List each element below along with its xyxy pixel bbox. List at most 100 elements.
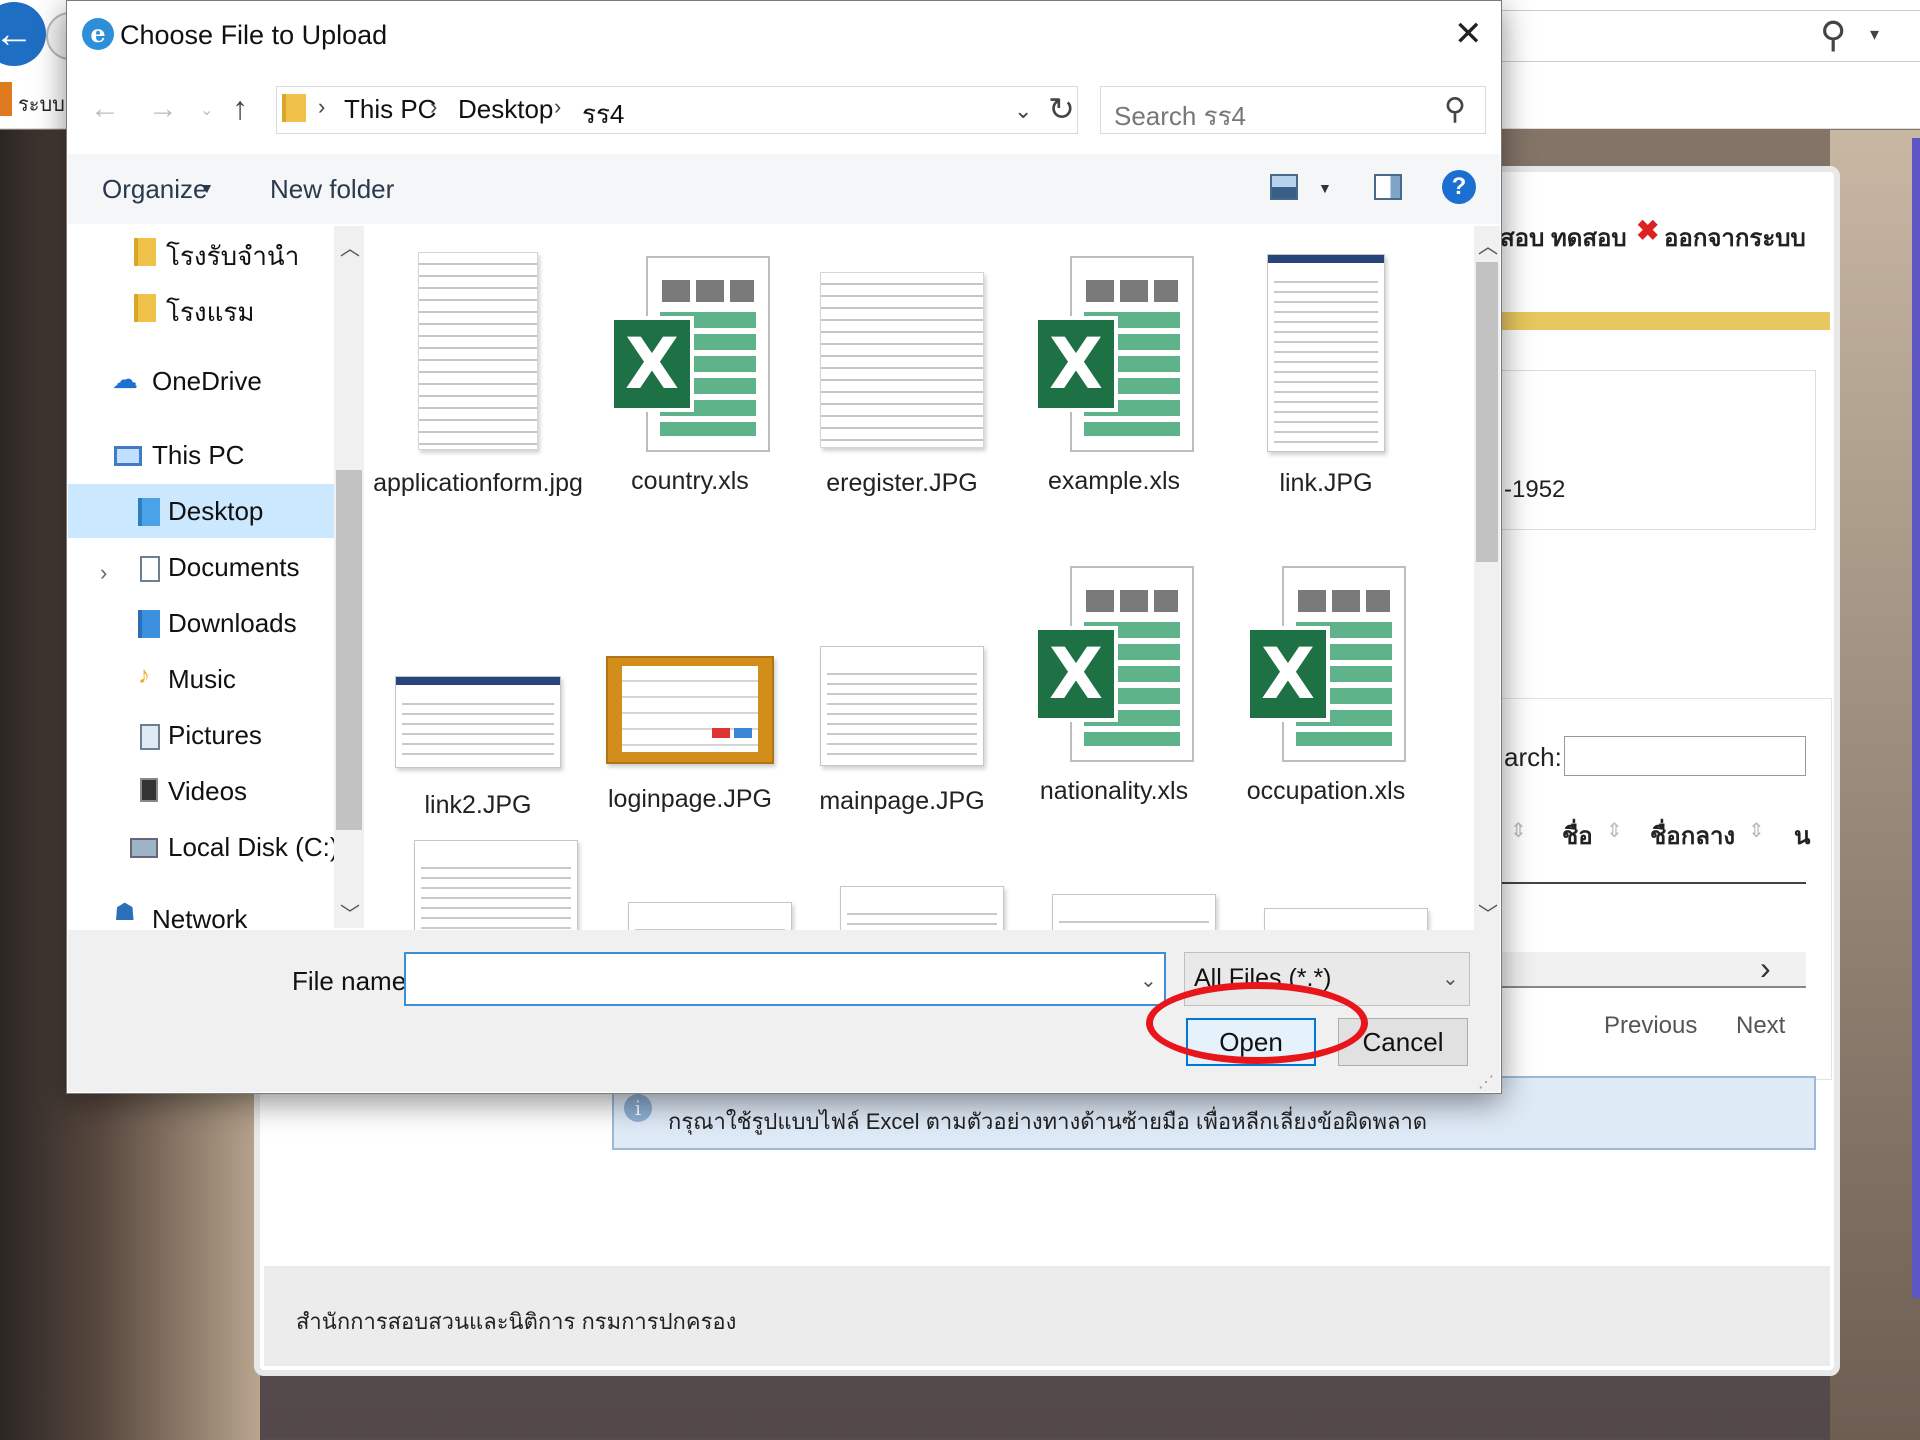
back-arrow-icon[interactable]: ← xyxy=(90,92,120,126)
image-thumbnail[interactable] xyxy=(840,886,1004,930)
nav-item-pawnshop[interactable]: โรงรับจำนำ xyxy=(166,236,299,277)
image-thumbnail xyxy=(606,656,774,764)
column-header-last-name[interactable]: น xyxy=(1794,816,1810,855)
image-thumbnail[interactable] xyxy=(1052,894,1216,930)
help-icon[interactable]: ? xyxy=(1442,170,1476,204)
organize-dropdown-icon[interactable]: ▼ xyxy=(200,180,214,196)
file-item[interactable]: mainpage.JPG xyxy=(796,646,1008,820)
nav-item-pictures[interactable]: Pictures xyxy=(168,720,262,751)
forward-arrow-icon[interactable]: → xyxy=(148,92,178,126)
info-icon: i xyxy=(624,1094,652,1122)
file-name-label: File name: xyxy=(292,966,414,996)
image-thumbnail[interactable] xyxy=(414,840,578,930)
view-options-dropdown-icon[interactable]: ▼ xyxy=(1318,180,1332,196)
table-header-divider xyxy=(1500,882,1806,884)
new-folder-button[interactable]: New folder xyxy=(270,174,394,205)
folder-icon xyxy=(134,238,156,266)
excel-file-icon: X xyxy=(1246,566,1406,766)
table-search-input[interactable] xyxy=(1564,736,1806,776)
breadcrumb-current-folder[interactable]: รร4 xyxy=(582,94,624,135)
browser-tab-label[interactable]: ระบบ xyxy=(18,88,65,120)
downloads-icon xyxy=(138,610,160,638)
chevron-right-icon[interactable]: › xyxy=(430,94,437,120)
previous-page-button[interactable]: Previous xyxy=(1604,1012,1697,1040)
onedrive-cloud-icon: ☁ xyxy=(112,364,138,394)
background-photo-right xyxy=(1830,130,1920,1440)
highlight-annotation-ring xyxy=(1146,982,1368,1064)
table-search-label: arch: xyxy=(1504,742,1562,772)
file-list-scroll-thumb[interactable] xyxy=(1476,262,1498,562)
footer-text: สำนักการสอบสวนและนิติการ กรมการปกครอง xyxy=(296,1309,737,1334)
dialog-title: Choose File to Upload xyxy=(120,20,388,50)
nav-pane-scroll-thumb[interactable] xyxy=(336,470,362,830)
file-name-input[interactable] xyxy=(404,952,1166,1006)
resize-grip-icon[interactable]: ⋰ xyxy=(1478,1072,1494,1092)
file-item[interactable]: applicationform.jpg xyxy=(372,252,584,502)
file-item[interactable]: X example.xls xyxy=(1008,256,1220,500)
image-thumbnail xyxy=(395,676,561,768)
sort-icon[interactable]: ⇕ xyxy=(1606,818,1623,843)
scroll-up-icon[interactable]: ︿ xyxy=(340,232,360,261)
file-item[interactable]: link2.JPG xyxy=(372,676,584,824)
refresh-icon[interactable]: ↻ xyxy=(1048,90,1075,128)
file-item[interactable]: X country.xls xyxy=(584,256,796,500)
nav-item-music[interactable]: Music xyxy=(168,664,236,695)
file-item[interactable]: eregister.JPG xyxy=(796,272,1008,502)
notice-text: กรุณาใช้รูปแบบไฟล์ Excel ตามตัวอย่างทางด… xyxy=(668,1109,1428,1134)
logout-link[interactable]: ออกจากระบบ xyxy=(1664,218,1806,257)
disk-icon xyxy=(130,838,158,858)
search-icon[interactable]: ⚲ xyxy=(1444,92,1466,127)
image-thumbnail[interactable] xyxy=(628,902,792,930)
file-list-view[interactable]: applicationform.jpg X country.xls eregis… xyxy=(366,226,1474,930)
internet-explorer-icon: e xyxy=(82,18,114,50)
chevron-right-icon[interactable]: › xyxy=(554,94,561,120)
column-header-name[interactable]: ชื่อ xyxy=(1562,816,1593,855)
chevron-right-icon[interactable]: › xyxy=(318,94,325,120)
nav-item-documents[interactable]: Documents xyxy=(168,552,300,583)
image-thumbnail[interactable] xyxy=(1264,908,1428,930)
address-bar[interactable] xyxy=(1500,10,1920,62)
scroll-right-icon[interactable]: › xyxy=(1760,950,1771,987)
file-item[interactable]: X nationality.xls xyxy=(1008,566,1220,810)
scroll-up-icon[interactable]: ︿ xyxy=(1478,230,1498,259)
nav-item-onedrive[interactable]: OneDrive xyxy=(152,366,262,397)
breadcrumb-desktop[interactable]: Desktop xyxy=(458,94,553,125)
scroll-down-icon[interactable]: ﹀ xyxy=(340,898,360,927)
image-thumbnail xyxy=(1267,254,1385,452)
up-arrow-icon[interactable]: ↑ xyxy=(232,90,248,127)
logout-icon[interactable]: ✖ xyxy=(1636,214,1659,247)
change-view-icon[interactable] xyxy=(1270,174,1298,200)
breadcrumb-this-pc[interactable]: This PC xyxy=(344,94,436,125)
nav-item-videos[interactable]: Videos xyxy=(168,776,247,807)
scroll-down-icon[interactable]: ﹀ xyxy=(1478,898,1498,927)
file-item[interactable]: loginpage.JPG xyxy=(584,656,796,818)
nav-item-hotel[interactable]: โรงแรม xyxy=(166,292,255,333)
next-page-button[interactable]: Next xyxy=(1736,1012,1785,1040)
organize-button[interactable]: Organize xyxy=(102,174,208,205)
nav-item-desktop[interactable]: Desktop xyxy=(168,496,263,527)
preview-pane-icon[interactable] xyxy=(1374,174,1402,200)
nav-item-downloads[interactable]: Downloads xyxy=(168,608,297,639)
recent-locations-icon[interactable]: ⌄ xyxy=(200,100,213,120)
file-name: mainpage.JPG xyxy=(819,787,985,815)
column-header-middle-name[interactable]: ชื่อกลาง xyxy=(1650,816,1735,855)
search-placeholder: Search รร4 xyxy=(1114,101,1246,131)
address-dropdown-icon[interactable]: ▾ xyxy=(1870,24,1879,45)
excel-file-icon: X xyxy=(1034,566,1194,766)
close-icon[interactable]: ✕ xyxy=(1454,14,1483,54)
sort-icon[interactable]: ⇕ xyxy=(1748,818,1765,843)
file-name: link.JPG xyxy=(1279,469,1373,497)
chevron-down-icon[interactable]: ⌄ xyxy=(1014,98,1032,124)
image-thumbnail xyxy=(820,272,984,448)
file-item[interactable]: link.JPG xyxy=(1220,254,1432,502)
chevron-down-icon[interactable]: ⌄ xyxy=(1140,968,1157,993)
folder-icon xyxy=(282,94,306,122)
chevron-right-icon[interactable]: › xyxy=(100,560,107,586)
nav-item-this-pc[interactable]: This PC xyxy=(152,440,244,471)
info-number-fragment: -1952 xyxy=(1504,476,1566,503)
sort-icon[interactable]: ⇕ xyxy=(1510,818,1527,843)
file-item[interactable]: X occupation.xls xyxy=(1220,566,1432,810)
nav-item-local-disk[interactable]: Local Disk (C:) xyxy=(168,832,338,863)
address-search-icon[interactable]: ⚲ xyxy=(1820,14,1846,56)
chevron-down-icon[interactable]: ⌄ xyxy=(1442,966,1459,991)
